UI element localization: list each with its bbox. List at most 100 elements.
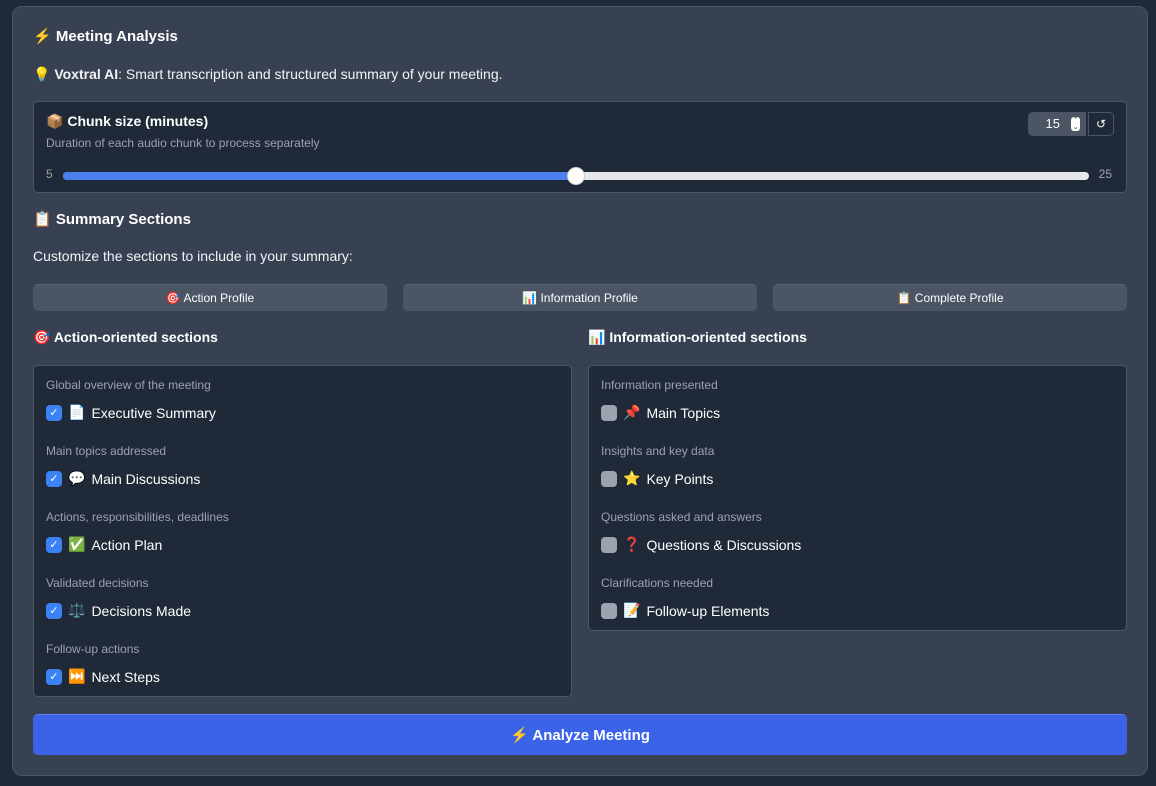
section-label: Main Topics — [646, 404, 721, 421]
summary-title-text: Summary Sections — [55, 211, 191, 228]
meeting-analysis-panel: ⚡ Meeting Analysis 💡 Voxtral AI: Smart t… — [12, 6, 1148, 776]
section-description: Global overview of the meeting — [46, 378, 211, 392]
section-description: Questions asked and answers — [601, 510, 762, 524]
bar-chart-icon: 📊 — [588, 329, 606, 345]
target-icon: 🎯 — [33, 329, 51, 345]
section-icon: 📌 — [623, 404, 641, 420]
button-label: Analyze Meeting — [532, 727, 650, 744]
bar-chart-icon: 📊 — [522, 291, 538, 305]
clipboard-icon: 📋 — [33, 211, 52, 228]
action-sections-list: Global overview of the meeting ✓ 📄 Executi… — [33, 365, 572, 697]
section-label: Decisions Made — [91, 602, 192, 619]
section-checkbox-row[interactable]: ✓ ✅ Action Plan — [46, 536, 229, 553]
chunk-label: 📦 Chunk size (minutes) — [46, 113, 208, 130]
info-line: 💡 Voxtral AI: Smart transcription and st… — [33, 66, 503, 83]
section-checkbox-row[interactable]: ✓ ⏭️ Next Steps — [46, 668, 160, 685]
section-option: Clarifications needed ✓ 📝 Follow-up Elemen… — [601, 576, 769, 619]
section-option: Questions asked and answers ✓ ❓ Questions … — [601, 510, 801, 553]
section-label: Follow-up Elements — [646, 602, 770, 619]
slider-thumb[interactable] — [567, 167, 585, 185]
section-checkbox-row[interactable]: ✓ 📄 Executive Summary — [46, 404, 216, 421]
checkbox[interactable]: ✓ — [46, 602, 62, 619]
section-description: Clarifications needed — [601, 576, 714, 590]
chunk-description: Duration of each audio chunk to process … — [46, 136, 320, 150]
checkbox[interactable]: ✓ — [601, 470, 617, 487]
chunk-value: 15 — [1045, 116, 1060, 131]
slider-max: 25 — [1098, 167, 1112, 181]
section-description: Information presented — [601, 378, 718, 392]
chunk-number-input[interactable]: 15 ⌃ ⌄ — [1028, 112, 1086, 136]
info-sections-list: Information presented ✓ 📌 Main Topics Insig… — [588, 365, 1127, 631]
section-description: Main topics addressed — [46, 444, 167, 458]
section-label: Main Discussions — [91, 470, 201, 487]
section-label: Action Plan — [91, 536, 163, 553]
action-profile-button[interactable]: 🎯 Action Profile — [33, 284, 387, 311]
title-text: Information-oriented sections — [609, 329, 807, 345]
action-sections-title: 🎯 Action-oriented sections — [33, 329, 218, 346]
lightbulb-icon: 💡 — [33, 66, 51, 82]
section-checkbox-row[interactable]: ✓ 📌 Main Topics — [601, 404, 720, 421]
section-option: Main topics addressed ✓ 💬 Main Discussions — [46, 444, 200, 487]
checkbox[interactable]: ✓ — [601, 404, 617, 421]
summary-subtitle: Customize the sections to include in you… — [33, 248, 353, 264]
clipboard-icon: 📋 — [896, 291, 912, 305]
section-option: Follow-up actions ✓ ⏭️ Next Steps — [46, 642, 160, 685]
checkbox[interactable]: ✓ — [601, 536, 617, 553]
section-checkbox-row[interactable]: ✓ 💬 Main Discussions — [46, 470, 200, 487]
section-description: Insights and key data — [601, 444, 715, 458]
analyze-meeting-button[interactable]: ⚡ Analyze Meeting — [33, 714, 1127, 755]
section-checkbox-row[interactable]: ✓ 📝 Follow-up Elements — [601, 602, 769, 619]
section-label: Questions & Discussions — [646, 536, 802, 553]
section-option: Global overview of the meeting ✓ 📄 Executi… — [46, 378, 216, 421]
target-icon: 🎯 — [165, 291, 181, 305]
section-label: Next Steps — [91, 668, 160, 685]
button-label: Action Profile — [183, 291, 255, 305]
section-description: Actions, responsibilities, deadlines — [46, 510, 229, 524]
checkbox[interactable]: ✓ — [46, 668, 62, 685]
page-title: ⚡ Meeting Analysis — [33, 27, 178, 45]
chunk-size-control: 📦 Chunk size (minutes) Duration of each … — [33, 101, 1127, 193]
reset-button[interactable]: ↺ — [1088, 112, 1114, 136]
complete-profile-button[interactable]: 📋 Complete Profile — [773, 284, 1127, 311]
checkbox[interactable]: ✓ — [46, 404, 62, 421]
title-text: Action-oriented sections — [53, 329, 218, 345]
slider-min: 5 — [46, 167, 53, 181]
checkbox[interactable]: ✓ — [46, 470, 62, 487]
button-label: Information Profile — [540, 291, 638, 305]
section-icon: ❓ — [623, 536, 641, 552]
lightning-icon: ⚡ — [510, 727, 529, 744]
checkbox[interactable]: ✓ — [46, 536, 62, 553]
package-icon: 📦 — [46, 113, 64, 129]
chunk-label-text: Chunk size (minutes) — [67, 113, 209, 129]
information-profile-button[interactable]: 📊 Information Profile — [403, 284, 757, 311]
slider-fill — [63, 172, 576, 180]
section-icon: ⭐ — [623, 470, 641, 486]
section-option: Actions, responsibilities, deadlines ✓ ✅ A… — [46, 510, 229, 553]
title-text: Meeting Analysis — [55, 28, 178, 45]
spinner-icon[interactable]: ⌃ ⌄ — [1071, 117, 1080, 131]
lightning-icon: ⚡ — [33, 28, 52, 45]
section-option: Information presented ✓ 📌 Main Topics — [601, 378, 720, 421]
section-description: Follow-up actions — [46, 642, 140, 656]
checkbox[interactable]: ✓ — [601, 602, 617, 619]
section-checkbox-row[interactable]: ✓ ❓ Questions & Discussions — [601, 536, 801, 553]
section-icon: ⏭️ — [68, 668, 86, 684]
section-icon: 📄 — [68, 404, 86, 420]
summary-title: 📋 Summary Sections — [33, 210, 191, 228]
section-label: Executive Summary — [91, 404, 216, 421]
section-checkbox-row[interactable]: ✓ ⚖️ Decisions Made — [46, 602, 191, 619]
section-option: Validated decisions ✓ ⚖️ Decisions Made — [46, 576, 191, 619]
button-label: Complete Profile — [914, 291, 1004, 305]
info-sections-title: 📊 Information-oriented sections — [588, 329, 807, 346]
section-checkbox-row[interactable]: ✓ ⭐ Key Points — [601, 470, 714, 487]
section-icon: 💬 — [68, 470, 86, 486]
section-icon: 📝 — [623, 602, 641, 618]
brand: Voxtral AI — [54, 66, 119, 82]
section-icon: ✅ — [68, 536, 86, 552]
section-label: Key Points — [646, 470, 714, 487]
chunk-slider[interactable] — [63, 167, 1089, 185]
section-icon: ⚖️ — [68, 602, 86, 618]
section-option: Insights and key data ✓ ⭐ Key Points — [601, 444, 714, 487]
section-description: Validated decisions — [46, 576, 149, 590]
info-text: : Smart transcription and structured sum… — [118, 66, 503, 82]
